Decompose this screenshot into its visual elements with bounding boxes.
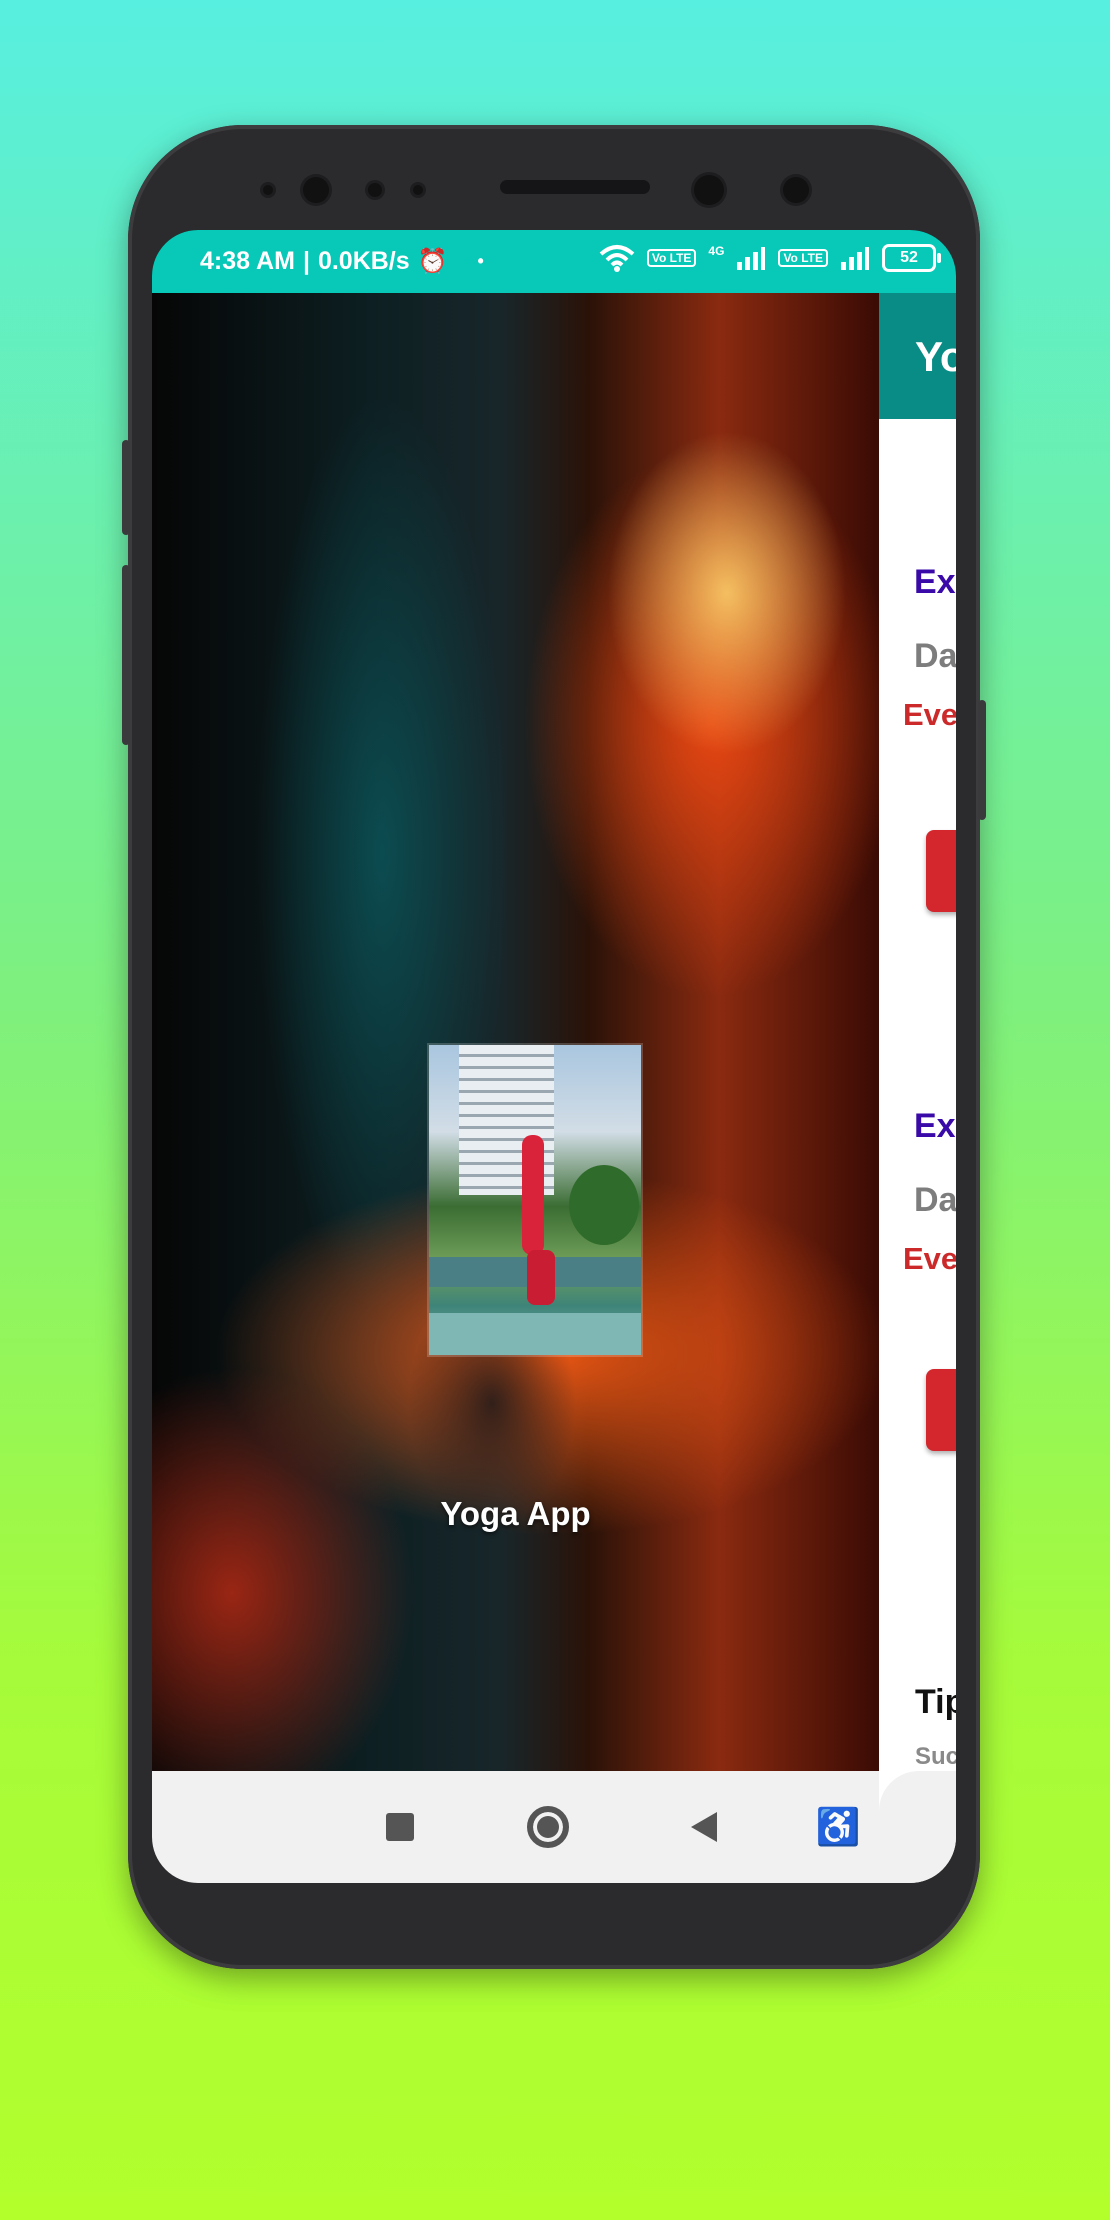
dot-icon: • xyxy=(477,251,484,271)
volume-button xyxy=(122,440,130,535)
back-button[interactable] xyxy=(684,1807,724,1847)
tips-text: Suc xyxy=(915,1743,956,1770)
power-button xyxy=(978,700,986,820)
wifi-icon xyxy=(599,245,635,272)
exercise-title: Ex xyxy=(914,1107,956,1145)
battery-icon: 52 xyxy=(882,244,941,272)
main-screen-panel: Yo Ex Da Eve Ex Da Eve Tip Suc xyxy=(879,293,956,1883)
accessibility-icon: ♿ xyxy=(815,1806,861,1847)
yoga-body-image xyxy=(527,1250,555,1305)
home-circle-icon xyxy=(527,1806,569,1848)
home-button[interactable] xyxy=(526,1805,570,1849)
sensor-dot xyxy=(263,185,273,195)
yoga-legs-image xyxy=(522,1135,544,1255)
yoga-mat-image xyxy=(429,1313,641,1355)
volte-badge: Vo LTE xyxy=(778,249,828,267)
signal-icon xyxy=(841,247,869,270)
exercise-subtitle: Da xyxy=(914,637,956,675)
panel-navigation-bar xyxy=(879,1771,956,1883)
splash-app-name: Yoga App xyxy=(440,1495,591,1532)
navigation-bar: ♿ xyxy=(152,1771,879,1883)
palm-tree-image xyxy=(569,1165,639,1245)
status-time: 4:38 AM xyxy=(200,247,295,275)
accessibility-button[interactable]: ♿ xyxy=(815,1805,861,1849)
app-toolbar: Yo xyxy=(879,293,956,419)
phone-frame: 4:38 AM | 0.0KB/s ⏰ • Vo LTE 4G Vo LTE 5… xyxy=(122,125,986,1969)
start-button[interactable] xyxy=(926,1369,956,1451)
start-button[interactable] xyxy=(926,830,956,912)
recents-square-icon xyxy=(386,1813,414,1841)
volte-badge: Vo LTE xyxy=(646,249,697,267)
separator: | xyxy=(302,247,310,275)
exercise-tag: Eve xyxy=(903,1241,956,1276)
signal-icon xyxy=(737,247,766,270)
front-camera xyxy=(303,177,329,203)
splash-background: Yoga App xyxy=(152,293,879,1771)
light-sensor xyxy=(783,177,809,203)
proximity-sensor xyxy=(694,175,724,205)
toolbar-title: Yo xyxy=(915,333,956,380)
volume-button xyxy=(122,565,130,745)
signal-label: 4G xyxy=(708,244,725,258)
yoga-pose-image xyxy=(429,1045,641,1355)
exercise-subtitle: Da xyxy=(914,1181,956,1219)
earpiece-speaker xyxy=(500,180,650,194)
alarm-icon: ⏰ xyxy=(417,248,448,275)
recents-button[interactable] xyxy=(380,1807,420,1847)
network-speed: 0.0KB/s xyxy=(317,247,410,275)
exercise-title: Ex xyxy=(914,563,956,601)
exercise-tag: Eve xyxy=(903,697,956,732)
screen: 4:38 AM | 0.0KB/s ⏰ • Vo LTE 4G Vo LTE 5… xyxy=(152,230,956,1883)
status-bar: 4:38 AM | 0.0KB/s ⏰ • Vo LTE 4G Vo LTE 5… xyxy=(152,230,956,293)
sensor-dot xyxy=(368,183,382,197)
tips-title: Tip xyxy=(915,1683,956,1721)
back-triangle-icon xyxy=(691,1812,717,1842)
sensor-dot xyxy=(413,185,423,195)
